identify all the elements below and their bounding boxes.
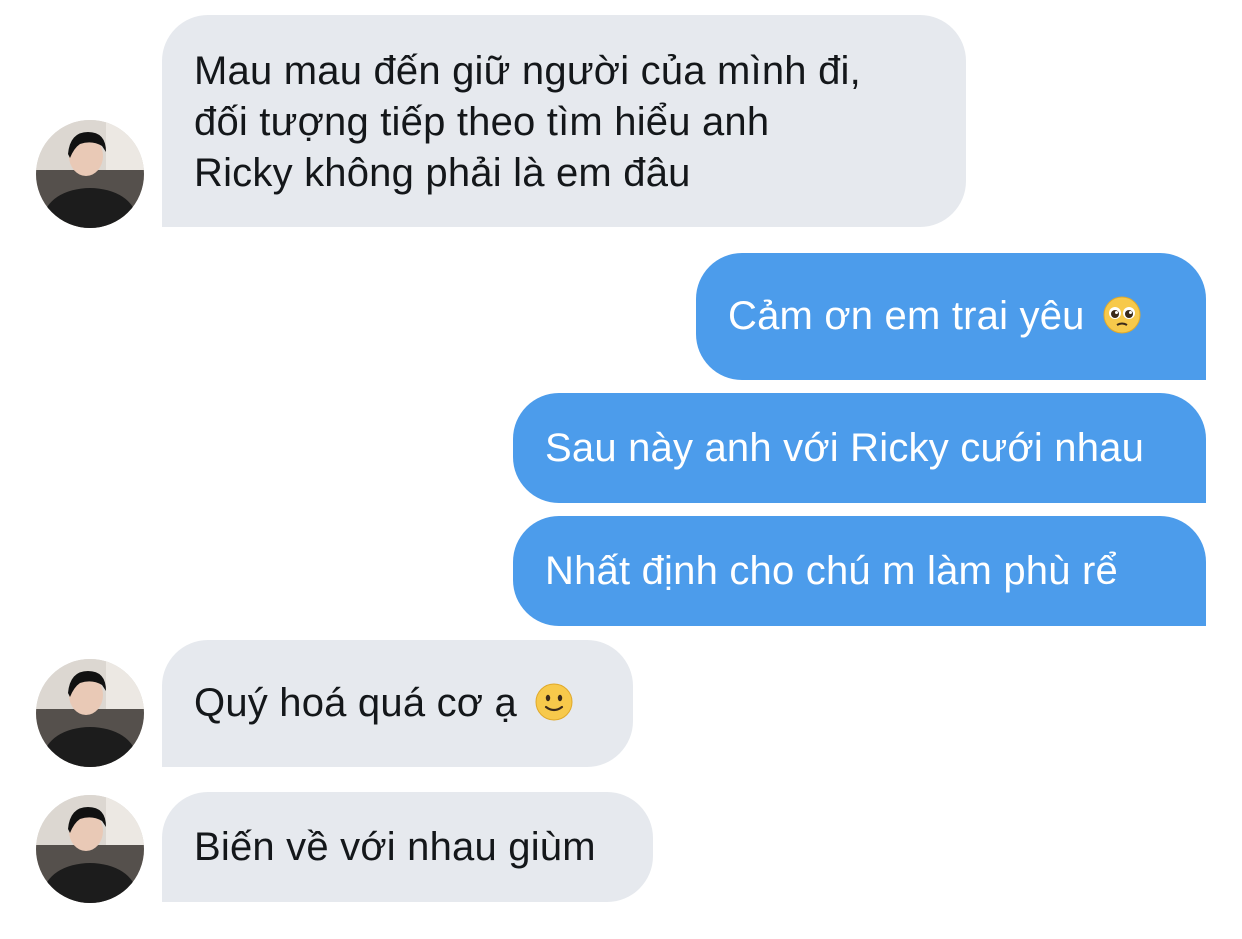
message-text: Biến về với nhau giùm — [194, 825, 596, 869]
message-line: đối tượng tiếp theo tìm hiểu anh — [194, 100, 770, 144]
contact-avatar[interactable] — [36, 659, 144, 767]
message-line: Ricky không phải là em đâu — [194, 151, 691, 195]
message-bubble-outgoing[interactable]: Sau này anh với Ricky cưới nhau — [513, 393, 1206, 503]
avatar-photo-icon — [36, 120, 144, 228]
slightly-smiling-face-icon — [534, 682, 574, 735]
avatar-photo-icon — [36, 659, 144, 767]
message-text: Quý hoá quá cơ ạ — [194, 681, 517, 725]
contact-avatar[interactable] — [36, 120, 144, 228]
message-text: Sau này anh với Ricky cưới nhau — [545, 426, 1145, 470]
message-text: Nhất định cho chú m làm phù rể — [545, 549, 1118, 593]
message-bubble-outgoing[interactable]: Nhất định cho chú m làm phù rể — [513, 516, 1206, 626]
contact-avatar[interactable] — [36, 795, 144, 903]
avatar-photo-icon — [36, 795, 144, 903]
conversation-thread: Mau mau đến giữ người của mình đi, đối t… — [0, 0, 1242, 939]
message-line: Mau mau đến giữ người của mình đi, — [194, 49, 861, 93]
message-bubble-outgoing[interactable]: Cảm ơn em trai yêu — [696, 253, 1206, 380]
message-bubble-incoming[interactable]: Quý hoá quá cơ ạ — [162, 640, 633, 767]
pleading-face-icon — [1102, 295, 1142, 348]
message-bubble-incoming[interactable]: Mau mau đến giữ người của mình đi, đối t… — [162, 15, 966, 227]
message-text: Cảm ơn em trai yêu — [728, 294, 1085, 338]
message-bubble-incoming[interactable]: Biến về với nhau giùm — [162, 792, 653, 902]
